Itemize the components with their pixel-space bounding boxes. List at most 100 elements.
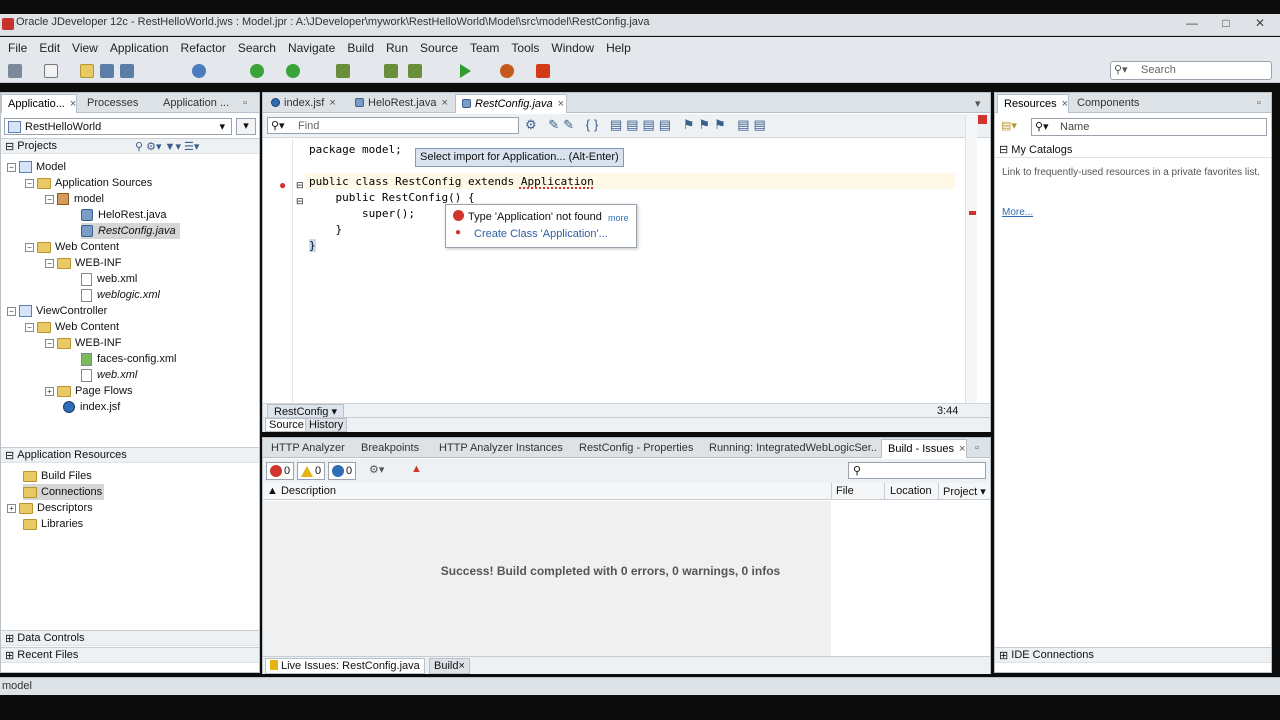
tree-item-viewcontroller-project[interactable]: − ViewController — [7, 303, 107, 319]
menu-build[interactable]: Build — [341, 41, 380, 55]
debug-icon[interactable] — [500, 64, 514, 78]
resources-search-field[interactable]: ⚲▾ Name — [1031, 118, 1267, 136]
expander-icon[interactable]: + — [45, 386, 54, 396]
tree-item-index-jsf[interactable]: index.jsf — [63, 399, 120, 415]
tab-index-jsf[interactable]: index.jsf × — [265, 94, 345, 113]
menu-window[interactable]: Window — [545, 41, 600, 55]
expander-icon[interactable]: − — [7, 306, 16, 316]
menu-view[interactable]: View — [66, 41, 104, 55]
tree-item-model-project[interactable]: − Model — [7, 159, 66, 175]
my-catalogs-header[interactable]: ⊟ My Catalogs — [995, 142, 1271, 158]
column-description[interactable]: ▲ Description — [267, 485, 336, 497]
find-field[interactable]: ⚲▾ Find — [267, 117, 519, 134]
tab-applications[interactable]: Applicatio... × — [1, 94, 77, 113]
menu-application[interactable]: Application — [104, 41, 175, 55]
menu-edit[interactable]: Edit — [33, 41, 66, 55]
issues-search-field[interactable]: ⚲ — [848, 462, 986, 479]
tree-item-descriptors[interactable]: + Descriptors — [7, 500, 93, 516]
tree-item-model-package[interactable]: − model — [45, 191, 104, 207]
application-selector[interactable]: RestHelloWorld ▾ — [4, 118, 232, 135]
tree-item-application-sources[interactable]: − Application Sources — [25, 175, 152, 191]
application-resources-header[interactable]: ⊟ Application Resources — [1, 447, 259, 463]
import-hint-tooltip[interactable]: Select import for Application... (Alt-En… — [415, 148, 624, 167]
stop-icon[interactable] — [536, 64, 550, 78]
tree-item-web-xml[interactable]: web.xml — [81, 271, 137, 287]
close-icon[interactable]: × — [558, 98, 564, 110]
minimize-panel-icon[interactable]: ▫ — [237, 94, 257, 113]
pin-icon[interactable]: ▲ — [411, 463, 422, 475]
menu-refactor[interactable]: Refactor — [175, 41, 232, 55]
menu-tools[interactable]: Tools — [505, 41, 545, 55]
projects-toolbar-icons[interactable]: ⚲ ⚙▾ ▼▾ ☰▾ — [135, 140, 199, 153]
close-icon[interactable]: × — [441, 97, 447, 109]
maximize-icon[interactable]: □ — [1212, 14, 1240, 32]
close-icon[interactable]: × — [1062, 98, 1068, 110]
infos-filter-button[interactable]: 0 — [328, 462, 357, 480]
close-icon[interactable]: × — [329, 97, 335, 109]
editor-vertical-scrollbar[interactable] — [965, 115, 977, 405]
expander-icon[interactable]: − — [25, 178, 34, 188]
tree-item-web-xml-2[interactable]: web.xml — [81, 367, 137, 383]
tree-item-web-content-2[interactable]: − Web Content — [25, 319, 119, 335]
tree-item-faces-config-xml[interactable]: faces-config.xml — [81, 351, 176, 367]
tab-restconfig-java[interactable]: RestConfig.java × — [455, 94, 567, 113]
expander-icon[interactable]: − — [7, 162, 16, 172]
rebuild-icon[interactable] — [384, 64, 398, 78]
tree-item-web-content[interactable]: − Web Content — [25, 239, 119, 255]
workspace-icon[interactable] — [8, 64, 22, 78]
new-catalog-icon[interactable]: ▤▾ — [1001, 119, 1017, 132]
expander-icon[interactable]: − — [25, 322, 34, 332]
minimize-panel-icon[interactable]: ▫ — [1251, 94, 1271, 113]
close-icon[interactable]: × — [70, 98, 76, 110]
menu-help[interactable]: Help — [600, 41, 637, 55]
fold-icon[interactable]: ⊟ — [296, 180, 304, 191]
tab-http-analyzer[interactable]: HTTP Analyzer — [265, 439, 351, 458]
collapse-icon[interactable]: ⊟ — [999, 143, 1011, 156]
open-folder-icon[interactable] — [80, 64, 94, 78]
tab-restconfig-properties[interactable]: RestConfig - Properties — [573, 439, 699, 458]
toolbar-search-field[interactable]: ⚲▾ Search — [1110, 61, 1272, 80]
tab-http-analyzer-instances[interactable]: HTTP Analyzer Instances — [433, 439, 569, 458]
editor-menu-icon[interactable]: ▾ — [969, 94, 989, 113]
expander-icon[interactable]: − — [45, 258, 54, 268]
tree-item-helorest-java[interactable]: HeloRest.java — [81, 207, 166, 223]
run-icon[interactable] — [460, 64, 471, 78]
recent-files-header[interactable]: ⊞ Recent Files — [1, 647, 259, 663]
save-all-icon[interactable] — [120, 64, 134, 78]
column-file[interactable]: File — [831, 483, 884, 500]
minimize-panel-icon[interactable]: ▫ — [969, 439, 989, 458]
more-link[interactable]: More... — [1002, 207, 1033, 218]
expander-icon[interactable]: − — [45, 194, 54, 204]
menu-team[interactable]: Team — [464, 41, 505, 55]
back-icon[interactable] — [250, 64, 264, 78]
tab-build[interactable]: Build× — [429, 658, 470, 674]
tree-item-page-flows[interactable]: + Page Flows — [45, 383, 132, 399]
undo-icon[interactable] — [192, 64, 206, 78]
tab-processes[interactable]: Processes — [81, 94, 153, 113]
menu-run[interactable]: Run — [380, 41, 414, 55]
tree-item-connections[interactable]: Connections — [23, 484, 105, 500]
more-link[interactable]: more — [608, 213, 629, 223]
tab-history[interactable]: History — [305, 418, 348, 432]
save-icon[interactable] — [100, 64, 114, 78]
tab-build-issues[interactable]: Build - Issues × — [881, 439, 967, 458]
ide-connections-header[interactable]: ⊞ IDE Connections — [995, 647, 1271, 663]
application-menu-button[interactable]: ▾ — [236, 118, 256, 135]
create-class-fix[interactable]: Create Class 'Application'... — [474, 228, 608, 240]
tree-item-restconfig-java[interactable]: RestConfig.java — [81, 223, 180, 239]
expander-icon[interactable]: − — [45, 338, 54, 348]
tab-source[interactable]: Source — [265, 418, 308, 432]
menu-source[interactable]: Source — [414, 41, 464, 55]
tab-components[interactable]: Components — [1071, 94, 1145, 113]
menu-navigate[interactable]: Navigate — [282, 41, 341, 55]
close-icon[interactable]: × — [458, 660, 464, 672]
new-file-icon[interactable] — [44, 64, 58, 78]
column-location[interactable]: Location — [884, 483, 938, 500]
minimize-icon[interactable]: — — [1178, 14, 1206, 32]
tab-breakpoints[interactable]: Breakpoints — [355, 439, 429, 458]
projects-header[interactable]: ⊟ Projects ⚲ ⚙▾ ▼▾ ☰▾ — [1, 138, 259, 154]
error-status-icon[interactable] — [978, 115, 987, 124]
collapse-icon[interactable]: ⊟ — [5, 449, 17, 462]
data-controls-header[interactable]: ⊞ Data Controls — [1, 630, 259, 646]
menu-file[interactable]: File — [2, 41, 33, 55]
